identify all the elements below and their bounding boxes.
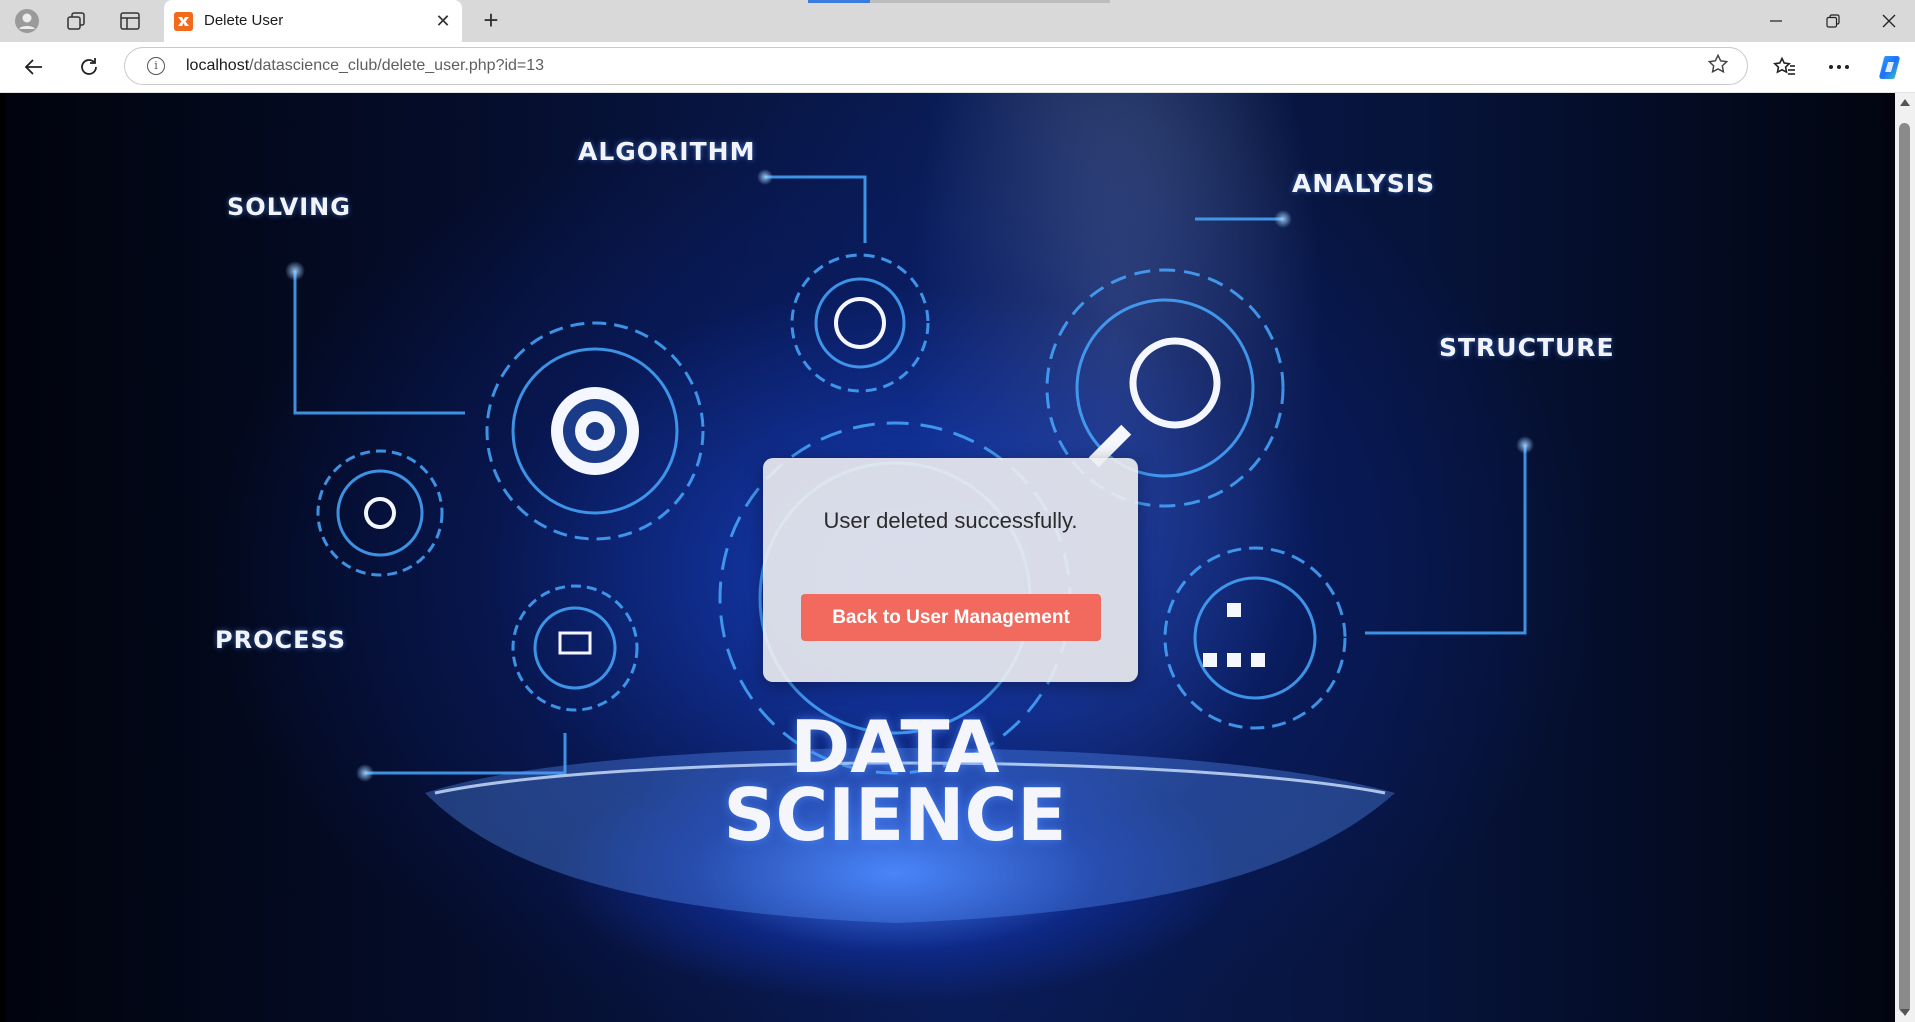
scroll-down-icon[interactable] [1900, 1009, 1910, 1016]
algorithm-label: ALGORITHM [578, 137, 756, 166]
address-bar[interactable]: i localhost/datascience_club/delete_user… [124, 47, 1748, 85]
refresh-icon[interactable] [74, 52, 104, 82]
minimize-icon[interactable] [1753, 8, 1799, 34]
back-to-user-management-button[interactable]: Back to User Management [801, 594, 1101, 641]
tab-actions-icon[interactable] [115, 6, 145, 36]
solving-label: SOLVING [227, 193, 351, 221]
analysis-label: ANALYSIS [1292, 169, 1436, 198]
more-icon[interactable] [1824, 52, 1854, 82]
scroll-thumb[interactable] [1899, 123, 1910, 1013]
address-url[interactable]: localhost/datascience_club/delete_user.p… [186, 57, 544, 75]
restore-icon[interactable] [1810, 8, 1856, 34]
page-background: SOLVING ALGORITHM ANALYSIS STRUCTURE PRO… [5, 93, 1895, 1022]
active-tab[interactable]: Delete User ✕ [164, 0, 462, 42]
success-message: User deleted successfully. [823, 508, 1078, 533]
scroll-up-icon[interactable] [1900, 99, 1910, 106]
favorites-icon[interactable] [1770, 52, 1800, 82]
tab-title: Delete User [204, 12, 284, 29]
browser-toolbar: i localhost/datascience_club/delete_user… [0, 42, 1915, 93]
site-info-icon[interactable]: i [147, 57, 165, 75]
tab-bar: Delete User ✕ + [0, 0, 1915, 43]
copilot-icon[interactable] [1876, 52, 1906, 82]
profile-icon[interactable] [12, 6, 42, 36]
data-science-title: DATA SCIENCE [723, 705, 1067, 858]
favorite-star-icon[interactable] [1707, 53, 1729, 81]
structure-label: STRUCTURE [1439, 333, 1615, 362]
window-close-icon[interactable] [1866, 8, 1912, 34]
workspaces-icon[interactable] [61, 6, 91, 36]
tab-strip-track [870, 0, 1110, 3]
page-scrollbar[interactable] [1895, 93, 1915, 1022]
new-tab-icon[interactable]: + [476, 6, 506, 36]
process-label: PROCESS [215, 626, 346, 654]
close-icon[interactable]: ✕ [432, 10, 454, 32]
back-icon[interactable] [19, 52, 49, 82]
delete-result-card: User deleted successfully. Back to User … [763, 458, 1138, 682]
tab-favicon-icon [174, 12, 193, 31]
tab-strip-indicator [808, 0, 870, 3]
